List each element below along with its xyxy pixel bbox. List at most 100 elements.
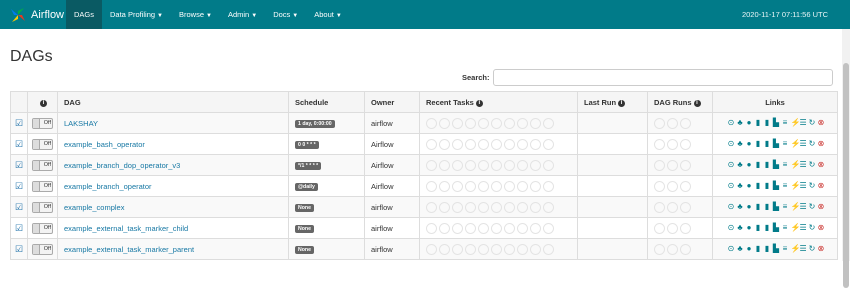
task-state-circle[interactable] [543,201,554,213]
task-state-circle[interactable] [504,180,515,192]
dag-link[interactable]: example_external_task_marker_child [64,224,188,233]
task-state-circle[interactable] [517,117,528,129]
info-icon[interactable]: i [475,99,483,107]
landing-icon[interactable]: ▙ [773,140,780,148]
dag-run-state-circle[interactable] [680,159,691,171]
task-state-circle[interactable] [543,159,554,171]
tries-icon[interactable]: ▮ [764,245,771,253]
delete-icon[interactable]: ⊗ [818,161,825,169]
page-scrollbar[interactable] [842,29,850,288]
task-state-circle[interactable] [517,180,528,192]
code-icon[interactable]: ⚡ [791,224,801,232]
task-state-circle[interactable] [504,201,515,213]
dag-run-state-circle[interactable] [680,180,691,192]
gantt-icon[interactable]: ≡ [782,224,789,232]
landing-icon[interactable]: ▙ [773,161,780,169]
tries-icon[interactable]: ▮ [764,140,771,148]
dag-link[interactable]: LAKSHAY [64,119,98,128]
task-state-circle[interactable] [465,180,476,192]
schedule-badge[interactable]: 1 day, 0:00:00 [295,120,335,128]
task-state-circle[interactable] [504,159,515,171]
refresh-icon[interactable]: ↻ [809,119,816,127]
logs-icon[interactable]: ☰ [800,182,807,190]
tree-icon[interactable]: ♣ [737,224,744,232]
task-state-circle[interactable] [491,159,502,171]
dag-col-header[interactable]: DAG [57,91,289,113]
task-state-circle[interactable] [530,180,541,192]
gantt-icon[interactable]: ≡ [782,140,789,148]
schedule-badge[interactable]: None [295,204,314,212]
task-state-circle[interactable] [439,222,450,234]
duration-icon[interactable]: ▮ [755,161,762,169]
tries-icon[interactable]: ▮ [764,161,771,169]
search-input[interactable] [493,69,833,86]
dag-toggle-switch[interactable]: Off [32,180,53,192]
play-icon[interactable]: ⊙ [728,224,735,232]
refresh-icon[interactable]: ↻ [809,140,816,148]
brand[interactable]: Airflow [10,0,64,29]
tries-icon[interactable]: ▮ [764,182,771,190]
refresh-icon[interactable]: ↻ [809,245,816,253]
task-state-circle[interactable] [504,243,515,255]
dag-run-state-circle[interactable] [680,138,691,150]
task-state-circle[interactable] [491,138,502,150]
duration-icon[interactable]: ▮ [755,140,762,148]
dag-run-state-circle[interactable] [654,138,665,150]
dag-toggle-switch[interactable]: Off [32,222,53,234]
task-state-circle[interactable] [439,243,450,255]
code-icon[interactable]: ⚡ [791,140,801,148]
refresh-icon[interactable]: ↻ [809,224,816,232]
play-icon[interactable]: ⊙ [728,161,735,169]
dag-run-state-circle[interactable] [654,117,665,129]
refresh-icon[interactable]: ↻ [809,161,816,169]
graph-icon[interactable]: ● [746,182,753,190]
logs-icon[interactable]: ☰ [800,203,807,211]
play-icon[interactable]: ⊙ [728,182,735,190]
dag-toggle-switch[interactable]: Off [32,138,53,150]
task-state-circle[interactable] [491,201,502,213]
schedule-badge[interactable]: @daily [295,183,318,191]
task-state-circle[interactable] [426,138,437,150]
owner-col-header[interactable]: Owner [364,91,420,113]
task-state-circle[interactable] [426,201,437,213]
gantt-icon[interactable]: ≡ [782,245,789,253]
dag-toggle-switch[interactable]: Off [32,117,53,129]
dag-link[interactable]: example_bash_operator [64,140,145,149]
refresh-icon[interactable]: ↻ [809,203,816,211]
task-state-circle[interactable] [426,222,437,234]
nav-item-admin[interactable]: Admin ▼ [220,0,265,29]
task-state-circle[interactable] [543,138,554,150]
delete-icon[interactable]: ⊗ [818,203,825,211]
task-state-circle[interactable] [439,138,450,150]
dag-toggle-switch[interactable]: Off [32,159,53,171]
tree-icon[interactable]: ♣ [737,140,744,148]
task-state-circle[interactable] [530,159,541,171]
dag-run-state-circle[interactable] [667,243,678,255]
task-state-circle[interactable] [452,243,463,255]
duration-icon[interactable]: ▮ [755,119,762,127]
task-state-circle[interactable] [543,117,554,129]
schedule-badge[interactable]: None [295,246,314,254]
dag-run-state-circle[interactable] [654,180,665,192]
landing-icon[interactable]: ▙ [773,203,780,211]
edit-icon[interactable]: ☑ [15,202,23,211]
task-state-circle[interactable] [543,243,554,255]
task-state-circle[interactable] [452,201,463,213]
edit-icon[interactable]: ☑ [15,139,23,148]
delete-icon[interactable]: ⊗ [818,182,825,190]
info-icon[interactable]: i [693,99,701,107]
duration-icon[interactable]: ▮ [755,203,762,211]
task-state-circle[interactable] [439,117,450,129]
delete-icon[interactable]: ⊗ [818,224,825,232]
dag-run-state-circle[interactable] [667,159,678,171]
task-state-circle[interactable] [452,222,463,234]
refresh-icon[interactable]: ↻ [809,182,816,190]
dag-link[interactable]: example_external_task_marker_parent [64,245,194,254]
graph-icon[interactable]: ● [746,140,753,148]
task-state-circle[interactable] [452,138,463,150]
task-state-circle[interactable] [530,243,541,255]
task-state-circle[interactable] [439,201,450,213]
nav-item-data-profiling[interactable]: Data Profiling ▼ [102,0,171,29]
play-icon[interactable]: ⊙ [728,203,735,211]
task-state-circle[interactable] [543,180,554,192]
